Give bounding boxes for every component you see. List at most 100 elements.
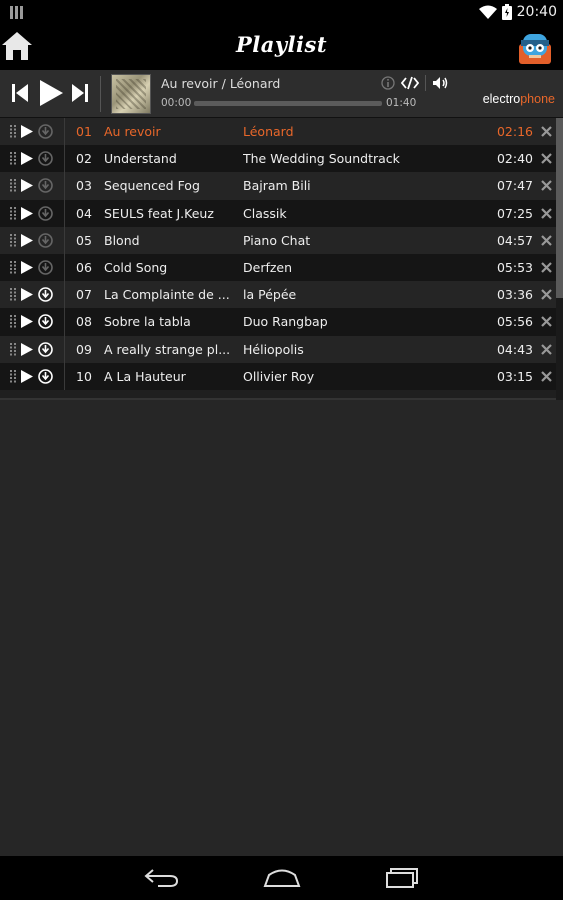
delete-icon[interactable] xyxy=(541,153,552,164)
track-row[interactable]: 01 Au revoir Léonard 02:16 xyxy=(0,118,556,146)
info-icon[interactable] xyxy=(381,76,395,90)
row-divider xyxy=(64,362,65,390)
divider xyxy=(100,76,101,112)
row-divider xyxy=(64,226,65,254)
delete-icon[interactable] xyxy=(541,234,552,246)
track-row[interactable]: 03 Sequenced Fog Bajram Bili 07:47 xyxy=(0,172,556,200)
row-divider xyxy=(64,118,65,146)
play-icon[interactable] xyxy=(37,79,65,107)
track-row[interactable]: 07 La Complainte de ... la Pépée 03:36 xyxy=(0,281,556,309)
download-icon[interactable] xyxy=(38,124,53,139)
drag-handle-icon[interactable] xyxy=(10,152,17,165)
drag-handle-icon[interactable] xyxy=(10,125,17,138)
volume-icon[interactable] xyxy=(432,76,449,90)
delete-icon[interactable] xyxy=(541,289,552,300)
track-row[interactable]: 02 Understand The Wedding Soundtrack 02:40 xyxy=(0,145,556,173)
play-icon[interactable] xyxy=(21,233,33,247)
play-icon[interactable] xyxy=(21,288,33,302)
download-icon[interactable] xyxy=(38,368,53,384)
play-icon[interactable] xyxy=(21,369,33,383)
drag-handle-icon[interactable] xyxy=(10,288,17,301)
play-icon[interactable] xyxy=(21,206,33,220)
play-icon[interactable] xyxy=(21,179,33,193)
page-title: Playlist xyxy=(235,32,328,57)
now-playing-title: Au revoir / Léonard xyxy=(161,76,281,91)
drag-handle-icon[interactable] xyxy=(10,342,17,356)
home-icon[interactable] xyxy=(263,867,301,889)
track-duration: 07:25 xyxy=(496,205,533,221)
track-row[interactable]: 10 A La Hauteur Ollivier Roy 03:15 xyxy=(0,362,556,390)
track-title: A really strange pl... xyxy=(104,341,230,357)
delete-icon[interactable] xyxy=(541,370,552,382)
download-icon[interactable] xyxy=(38,260,53,275)
play-icon[interactable] xyxy=(21,125,33,138)
track-duration: 07:47 xyxy=(496,178,533,194)
play-icon[interactable] xyxy=(21,260,33,274)
row-divider xyxy=(64,199,65,227)
track-artist: Classik xyxy=(243,205,287,221)
delete-icon[interactable] xyxy=(541,262,552,273)
track-title: Au revoir xyxy=(104,124,161,139)
track-artist: Bajram Bili xyxy=(243,178,311,194)
system-nav-bar xyxy=(0,856,563,900)
track-title: A La Hauteur xyxy=(104,368,186,384)
drag-handle-icon[interactable] xyxy=(10,206,17,220)
track-title: La Complainte de ... xyxy=(104,287,230,303)
track-title: Sobre la tabla xyxy=(104,314,191,330)
status-bar: 20:40 xyxy=(0,0,563,24)
logo-prefix: electro xyxy=(482,92,521,106)
track-artist: Héliopolis xyxy=(243,341,304,357)
drag-handle-icon[interactable] xyxy=(10,233,17,247)
drag-handle-icon[interactable] xyxy=(10,369,17,383)
track-row[interactable]: 08 Sobre la tabla Duo Rangbap 05:56 xyxy=(0,308,556,336)
next-icon[interactable] xyxy=(70,81,88,105)
track-artist: Léonard xyxy=(243,124,294,139)
delete-icon[interactable] xyxy=(541,180,552,192)
delete-icon[interactable] xyxy=(541,126,552,137)
delete-icon[interactable] xyxy=(541,343,552,355)
row-divider xyxy=(64,308,65,336)
drag-handle-icon[interactable] xyxy=(10,179,17,192)
play-icon[interactable] xyxy=(21,315,33,329)
delete-icon[interactable] xyxy=(541,316,552,328)
track-number: 09 xyxy=(76,341,92,357)
track-row[interactable]: 05 Blond Piano Chat 04:57 xyxy=(0,226,556,254)
track-artist: Piano Chat xyxy=(243,232,311,248)
album-cover xyxy=(111,74,151,114)
download-icon[interactable] xyxy=(38,205,53,221)
scroll-thumb[interactable] xyxy=(556,118,563,298)
track-row[interactable]: 04 SEULS feat J.Keuz Classik 07:25 xyxy=(0,199,556,227)
download-icon[interactable] xyxy=(38,287,53,302)
track-number: 01 xyxy=(76,124,92,139)
progress-bar[interactable] xyxy=(194,101,382,106)
play-icon[interactable] xyxy=(21,152,33,166)
embed-icon[interactable] xyxy=(401,76,419,90)
track-duration: 03:15 xyxy=(496,368,533,384)
download-icon[interactable] xyxy=(38,178,53,194)
track-duration: 04:57 xyxy=(496,232,533,248)
track-list: 01 Au revoir Léonard 02:16 02 Understand The W… xyxy=(0,118,563,400)
back-icon[interactable] xyxy=(144,867,180,889)
track-artist: Duo Rangbap xyxy=(243,314,328,330)
drag-handle-icon[interactable] xyxy=(10,260,17,274)
recent-apps-icon[interactable] xyxy=(384,867,420,889)
avatar-icon[interactable] xyxy=(515,30,555,66)
brand-logo[interactable]: electrophone xyxy=(483,92,555,106)
battery-icon xyxy=(501,4,512,20)
download-icon[interactable] xyxy=(38,151,53,166)
download-icon[interactable] xyxy=(38,232,53,248)
track-number: 06 xyxy=(76,259,92,275)
previous-icon[interactable] xyxy=(12,81,30,105)
delete-icon[interactable] xyxy=(541,207,552,219)
track-row[interactable]: 09 A really strange pl... Héliopolis 04:43 xyxy=(0,335,556,363)
scrollbar[interactable] xyxy=(556,118,563,400)
drag-handle-icon[interactable] xyxy=(10,315,17,328)
download-icon[interactable] xyxy=(38,314,53,330)
play-icon[interactable] xyxy=(21,342,33,356)
track-row[interactable]: 06 Cold Song Derfzen 05:53 xyxy=(0,253,556,282)
track-number: 05 xyxy=(76,232,92,248)
track-title: Cold Song xyxy=(104,259,168,275)
track-artist: Ollivier Roy xyxy=(243,368,315,384)
download-icon[interactable] xyxy=(38,341,53,357)
time-total: 01:40 xyxy=(386,97,417,109)
